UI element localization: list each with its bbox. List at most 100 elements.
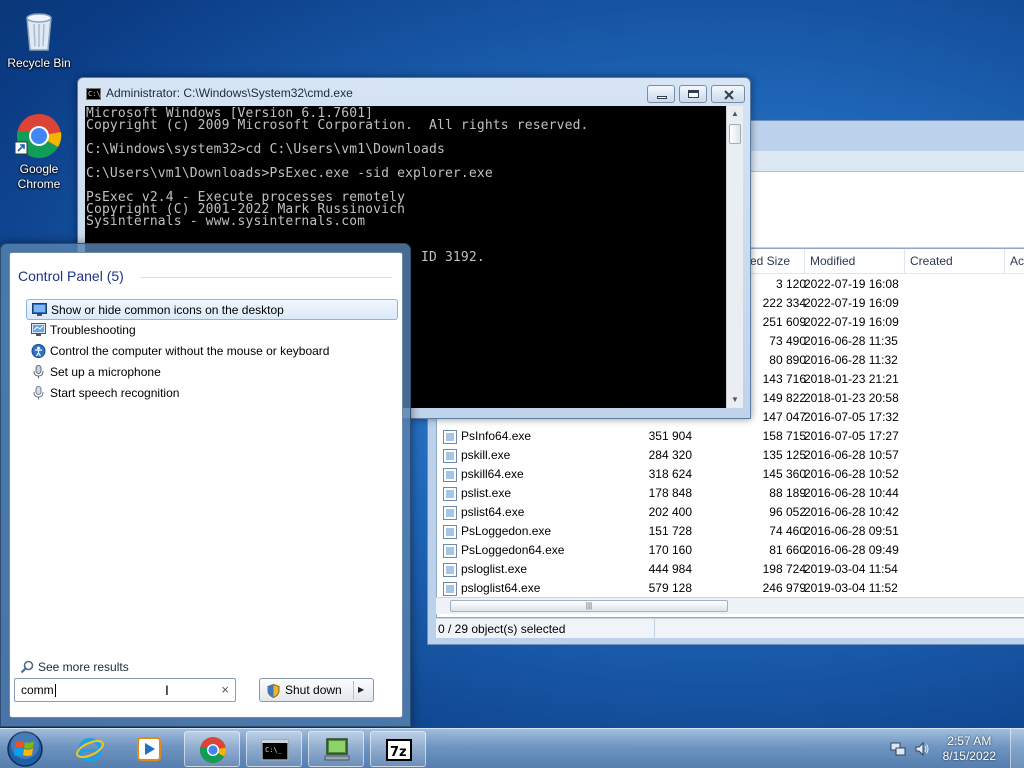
column-header-created[interactable]: Created [905, 249, 1005, 273]
shut-down-button[interactable]: Shut down ▶ [259, 678, 374, 702]
table-row[interactable]: psloglist64.exe 579 128 246 979 2019-03-04 … [437, 579, 1024, 598]
table-row[interactable]: psloglist.exe 444 984 198 724 2019-03-04 11… [437, 560, 1024, 579]
modified-date-cell-text: 2019-03-04 11:54 [804, 562, 898, 576]
shut-down-label: Shut down [285, 683, 342, 697]
windows-logo-icon [7, 731, 43, 767]
modified-date-cell-text: 2022-07-19 16:09 [804, 296, 899, 310]
compressed-size-cell: 81 660 [699, 541, 806, 560]
column-header-compressed-size[interactable]: ed Size [745, 249, 805, 273]
ibeam-cursor-icon: I [165, 682, 169, 698]
console-text: Microsoft Windows [Version 6.1.7601] Cop… [86, 106, 589, 265]
selection-status: 0 / 29 object(s) selected [438, 622, 566, 636]
minimize-button[interactable] [647, 85, 675, 103]
modified-date-cell: 2022-07-19 16:09 [804, 294, 924, 313]
executable-file-icon [443, 562, 457, 577]
modified-date-cell: 2016-06-28 11:35 [804, 332, 924, 351]
result-start-speech-recognition[interactable]: Start speech recognition [26, 383, 398, 404]
modified-date-cell: 2016-06-28 10:57 [804, 446, 924, 465]
modified-date-cell-text: 2016-06-28 10:52 [804, 467, 899, 481]
search-icon [20, 660, 34, 679]
result-set-up-microphone[interactable]: Set up a microphone [26, 362, 398, 383]
clear-search-icon[interactable]: × [221, 679, 229, 701]
result-show-hide-desktop-icons[interactable]: Show or hide common icons on the desktop [26, 299, 398, 320]
compressed-size-cell-text: 158 715 [762, 429, 806, 443]
show-desktop-button[interactable] [1010, 729, 1024, 768]
svg-text:C:\_: C:\_ [265, 746, 283, 754]
desktop-icon-recycle-bin[interactable]: Recycle Bin [0, 6, 78, 71]
file-size-cell: 202 400 [597, 503, 692, 522]
results-section-title[interactable]: Control Panel (5) [18, 268, 124, 284]
volume-icon[interactable] [914, 741, 930, 757]
desktop-monitor-icon [32, 303, 47, 317]
taskbar-internet-explorer[interactable] [62, 731, 118, 767]
desktop-icon-google-chrome[interactable]: Google Chrome [0, 112, 78, 192]
start-search-input[interactable]: comm I × [14, 678, 236, 702]
file-size-cell: 178 848 [597, 484, 692, 503]
clock[interactable]: 2:57 AM 8/15/2022 [943, 734, 996, 764]
modified-date-cell-text: 2016-06-28 09:49 [804, 543, 899, 557]
modified-date-cell: 2016-07-05 17:32 [804, 408, 924, 427]
taskbar-7zip[interactable]: 7z [370, 731, 426, 767]
shutdown-options-arrow-icon[interactable]: ▶ [358, 679, 364, 701]
compressed-size-cell-text: 135 125 [762, 448, 806, 462]
file-name-cell-text: PsInfo64.exe [461, 429, 532, 443]
compressed-size-cell-text: 74 460 [769, 524, 806, 538]
compressed-size-cell: 158 715 [699, 427, 806, 446]
clock-time: 2:57 AM [947, 734, 992, 748]
chrome-icon [15, 112, 63, 160]
table-row[interactable]: PsLoggedon64.exe 170 160 81 660 2016-06-28 … [437, 541, 1024, 560]
file-size-cell: 284 320 [597, 446, 692, 465]
modified-date-cell-text: 2016-06-28 10:42 [804, 505, 899, 519]
table-row[interactable]: pskill.exe 284 320 135 125 2016-06-28 10:57 [437, 446, 1024, 465]
modified-date-cell: 2019-03-04 11:52 [804, 579, 924, 598]
system-tray: 2:57 AM 8/15/2022 [884, 729, 1024, 768]
media-player-icon [137, 737, 161, 761]
scroll-down-icon[interactable]: ▼ [727, 392, 743, 408]
scrollbar-thumb[interactable] [729, 124, 741, 144]
result-troubleshooting[interactable]: Troubleshooting [26, 320, 398, 341]
desktop-icon-label: Recycle Bin [7, 56, 71, 70]
compressed-size-cell: 145 360 [699, 465, 806, 484]
file-name-cell-text: pskill.exe [461, 448, 511, 462]
compressed-size-cell-text: 3 120 [775, 277, 806, 291]
column-header-modified[interactable]: Modified [805, 249, 905, 273]
cmd-titlebar[interactable]: C:\ Administrator: C:\Windows\System32\c… [78, 78, 750, 106]
modified-date-cell-text: 2022-07-19 16:09 [804, 315, 899, 329]
taskbar-command-prompt[interactable]: C:\_ [246, 731, 302, 767]
file-size-cell-text: 202 400 [648, 505, 692, 519]
taskbar-google-chrome[interactable] [184, 731, 240, 767]
modified-date-cell-text: 2018-01-23 20:58 [804, 391, 899, 405]
see-more-results-link[interactable]: See more results [18, 658, 129, 676]
horizontal-scrollbar[interactable]: ||| [436, 597, 1024, 614]
executable-file-icon [443, 429, 457, 444]
table-row[interactable]: pslist64.exe 202 400 96 052 2016-06-28 10:4… [437, 503, 1024, 522]
network-icon[interactable] [890, 741, 906, 757]
modified-date-cell-text: 2019-03-04 11:52 [804, 581, 898, 595]
compressed-size-cell-text: 80 890 [769, 353, 806, 367]
maximize-button[interactable] [679, 85, 707, 103]
scroll-up-icon[interactable]: ▲ [727, 106, 743, 122]
compressed-size-cell-text: 145 360 [762, 467, 806, 481]
table-row[interactable]: PsLoggedon.exe 151 728 74 460 2016-06-28 09… [437, 522, 1024, 541]
modified-date-cell-text: 2016-06-28 11:32 [804, 353, 898, 367]
close-button[interactable] [711, 85, 745, 103]
result-control-without-mouse-keyboard[interactable]: Control the computer without the mouse o… [26, 341, 398, 362]
modified-date-cell-text: 2016-06-28 10:44 [804, 486, 899, 500]
file-size-cell-text: 151 728 [648, 524, 692, 538]
executable-file-icon [443, 524, 457, 539]
section-divider [140, 277, 392, 278]
taskbar-remote-desktop[interactable] [308, 731, 364, 767]
table-row[interactable]: pslist.exe 178 848 88 189 2016-06-28 10:44 [437, 484, 1024, 503]
file-size-cell-text: 318 624 [648, 467, 692, 481]
column-header-accessed[interactable]: Acc [1005, 249, 1024, 273]
taskbar-media-player[interactable] [121, 731, 177, 767]
vertical-scrollbar[interactable]: ▲ ▼ [726, 106, 743, 408]
start-button[interactable] [4, 729, 46, 768]
modified-date-cell: 2018-01-23 21:21 [804, 370, 924, 389]
table-row[interactable]: PsInfo64.exe 351 904 158 715 2016-07-05 17:… [437, 427, 1024, 446]
command-prompt-icon: C:\_ [261, 739, 289, 761]
modified-date-cell-text: 2016-06-28 11:35 [804, 334, 898, 348]
modified-date-cell: 2018-01-23 20:58 [804, 389, 924, 408]
scrollbar-thumb[interactable]: ||| [450, 600, 728, 612]
table-row[interactable]: pskill64.exe 318 624 145 360 2016-06-28 10:… [437, 465, 1024, 484]
